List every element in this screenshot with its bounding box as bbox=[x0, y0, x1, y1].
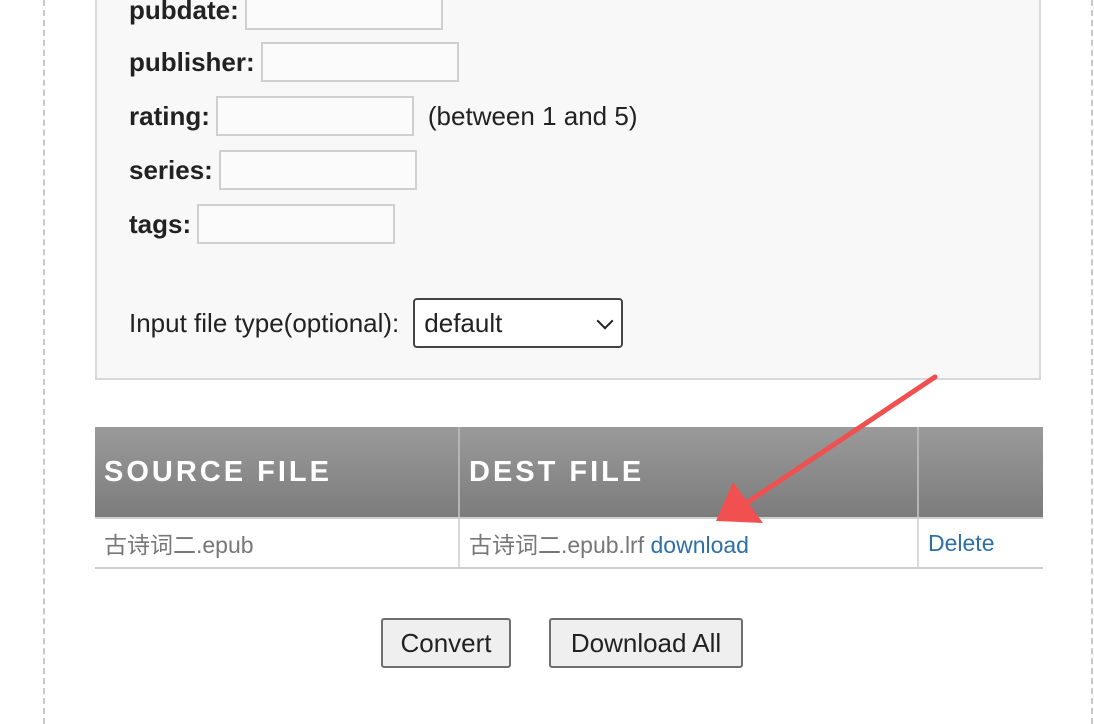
dest-file-cell: 古诗词二.epub.lrf download bbox=[459, 518, 919, 569]
series-label: series: bbox=[129, 154, 213, 185]
download-all-button[interactable]: Download All bbox=[549, 618, 743, 668]
download-link[interactable]: download bbox=[651, 532, 749, 558]
left-dashed-border bbox=[43, 0, 45, 724]
tags-label: tags: bbox=[129, 208, 192, 239]
series-row: series: bbox=[129, 149, 417, 191]
conversion-table: SOURCE FILE DEST FILE 古诗词二.epub 古诗词二.epu… bbox=[95, 427, 1043, 569]
dest-file-header: DEST FILE bbox=[459, 427, 919, 519]
chevron-down-icon bbox=[596, 312, 614, 329]
source-file-header: SOURCE FILE bbox=[95, 427, 460, 519]
metadata-form-panel: pubdate: publisher: rating: (between 1 a… bbox=[95, 0, 1041, 380]
publisher-label: publisher: bbox=[129, 46, 255, 77]
rating-input[interactable] bbox=[215, 96, 414, 136]
actions-header bbox=[918, 427, 1043, 519]
rating-label: rating: bbox=[129, 100, 210, 131]
input-type-select[interactable]: default bbox=[413, 298, 624, 348]
table-header-row: SOURCE FILE DEST FILE bbox=[95, 427, 1043, 519]
rating-hint: (between 1 and 5) bbox=[427, 100, 638, 131]
tags-input[interactable] bbox=[197, 204, 396, 244]
dest-file-name: 古诗词二.epub.lrf bbox=[469, 532, 645, 558]
table-row: 古诗词二.epub 古诗词二.epub.lrf download Delete bbox=[95, 518, 1043, 569]
convert-button[interactable]: Convert bbox=[381, 618, 511, 668]
pubdate-row: pubdate: bbox=[129, 0, 443, 31]
rating-row: rating: (between 1 and 5) bbox=[129, 95, 637, 137]
delete-cell: Delete bbox=[918, 518, 1043, 569]
pubdate-input[interactable] bbox=[244, 0, 443, 30]
input-type-row: Input file type(optional): default bbox=[129, 298, 624, 348]
pubdate-label: pubdate: bbox=[129, 0, 239, 25]
input-type-label: Input file type(optional): bbox=[129, 307, 400, 338]
source-file-cell: 古诗词二.epub bbox=[95, 518, 460, 569]
series-input[interactable] bbox=[218, 150, 417, 190]
input-type-selected-value: default bbox=[424, 307, 503, 338]
publisher-row: publisher: bbox=[129, 41, 459, 83]
right-dashed-border bbox=[1091, 0, 1093, 724]
tags-row: tags: bbox=[129, 203, 396, 245]
publisher-input[interactable] bbox=[260, 42, 459, 82]
delete-link[interactable]: Delete bbox=[928, 530, 994, 556]
